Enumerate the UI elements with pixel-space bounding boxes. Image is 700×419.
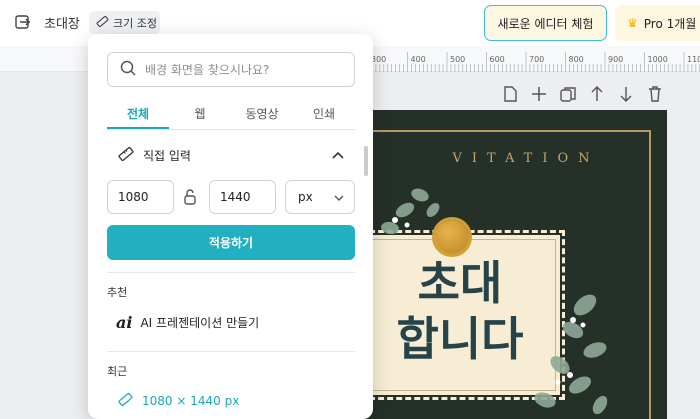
add-page-icon[interactable] (529, 84, 549, 104)
ruler-label: 400 (411, 55, 426, 64)
recent-size-label: 1080 × 1440 px (142, 394, 240, 408)
tab-video[interactable]: 동영상 (231, 100, 293, 129)
invitation-title-line1: 초대 (417, 256, 503, 310)
document-title[interactable]: 초대장 (44, 13, 80, 32)
invitation-page[interactable]: VITATION 초대 합니다 (345, 110, 667, 419)
delete-icon[interactable] (645, 84, 665, 104)
apply-button[interactable]: 적용하기 (107, 225, 355, 260)
ruler-icon (118, 146, 134, 165)
ruler-label: 900 (608, 55, 623, 64)
direct-input-label: 직접 입력 (143, 148, 191, 163)
tab-print[interactable]: 인쇄 (293, 100, 355, 129)
width-input[interactable] (107, 180, 174, 214)
category-tabs: 전체 웹 동영상 인쇄 (107, 100, 355, 130)
ai-presentation-label: AI 프레젠테이션 만들기 (140, 316, 260, 330)
divider (107, 351, 355, 352)
resize-button[interactable]: 크기 조정 (89, 11, 160, 34)
chevron-up-icon[interactable] (330, 147, 346, 163)
ruler-icon (96, 15, 109, 31)
tab-web[interactable]: 웹 (169, 100, 231, 129)
search-icon (120, 60, 136, 80)
divider (107, 272, 355, 273)
unlock-icon[interactable] (181, 188, 199, 206)
ruler-label: 1000 (648, 55, 668, 64)
duplicate-page-icon[interactable] (558, 84, 578, 104)
ai-presentation-item[interactable]: ai AI 프레젠테이션 만들기 (116, 313, 259, 332)
search-box[interactable] (107, 52, 355, 87)
ruler-icon (118, 392, 133, 410)
ruler-label: 600 (490, 55, 505, 64)
resize-label: 크기 조정 (113, 16, 157, 30)
size-input-row: px (107, 180, 355, 214)
pro-button[interactable]: ♛ Pro 1개월 (615, 5, 700, 41)
pro-label: Pro 1개월 (643, 16, 697, 31)
tab-all[interactable]: 전체 (107, 100, 169, 129)
ruler-label: 300 (371, 55, 386, 64)
crown-icon: ♛ (627, 16, 638, 30)
recent-label: 최근 (107, 365, 128, 378)
invitation-title-line2: 합니다 (396, 312, 524, 366)
invitation-title[interactable]: 초대 합니다 (370, 255, 550, 367)
move-down-icon[interactable] (616, 84, 636, 104)
scrollbar[interactable] (364, 146, 368, 176)
recommend-label: 추천 (107, 286, 128, 299)
ruler-label: 500 (450, 55, 465, 64)
new-editor-button[interactable]: 새로운 에디터 체험 (484, 5, 607, 41)
canvas-toolbar (500, 84, 665, 104)
move-up-icon[interactable] (587, 84, 607, 104)
unit-select[interactable]: px (285, 180, 355, 214)
ruler-label: 1100 (687, 55, 700, 64)
new-page-icon[interactable] (500, 84, 520, 104)
ruler-label: 700 (529, 55, 544, 64)
ai-icon: ai (116, 313, 133, 332)
ruler-label: 800 (569, 55, 584, 64)
search-input[interactable] (145, 62, 345, 77)
exit-icon[interactable] (14, 13, 32, 31)
recent-size-item[interactable]: 1080 × 1440 px (118, 392, 239, 410)
unit-value: px (298, 190, 313, 204)
resize-panel: 전체 웹 동영상 인쇄 직접 입력 px 적용하기 추천 ai AI 프레젠테이… (88, 34, 373, 419)
direct-input-header[interactable]: 직접 입력 (118, 144, 346, 166)
height-input[interactable] (209, 180, 276, 214)
wax-seal (435, 220, 469, 254)
